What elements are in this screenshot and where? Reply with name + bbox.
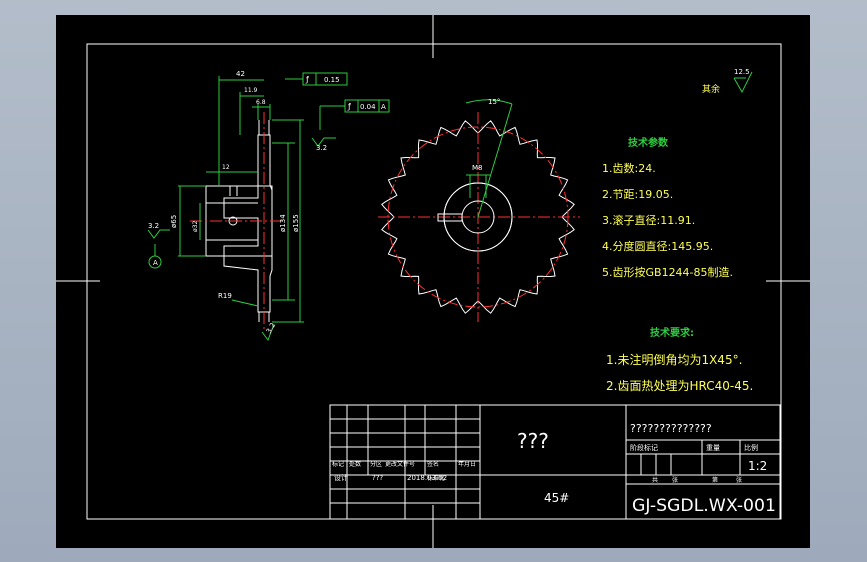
param-3: 3.滚子直径:11.91. [602,213,695,227]
tb-mark-label: 标记 [332,460,344,468]
thread-m8: M8 [472,164,483,172]
dim-11-9: 11.9 [244,87,258,94]
tb-designer: ??? [372,474,383,482]
roughness-value: 12.5 [734,68,750,76]
sheet-background [56,15,810,548]
dim-42: 42 [236,70,245,78]
datum-a: A [153,259,158,267]
sheet-no-unit: 张 [736,476,742,484]
tb-zone-label: 分区 [370,460,382,468]
sheet-total-label: 共 [652,476,658,484]
tb-designer-label: 设计 [334,473,348,482]
dim-d32: ø32 [192,221,199,232]
tol-0-04: 0.04 [360,103,376,111]
tech-req-title: 技术要求: [650,326,694,339]
dim-6-8: 6.8 [256,99,266,106]
param-5: 5.齿形按GB1244-85制造. [602,265,733,279]
tol-datum: A [381,103,386,111]
weight-label: 重量 [706,444,720,452]
dim-d134: ø134 [279,214,287,232]
req-1: 1.未注明倒角均为1X45°. [606,352,742,367]
drawing-number: GJ-SGDL.WX-001 [632,496,776,516]
sheet-no-label: 第 [712,476,718,484]
tb-file-label: 更改文件号 [385,460,415,468]
tol-0-15: 0.15 [324,76,340,84]
stage-label: 阶段标记 [630,443,658,452]
dim-12: 12 [222,164,230,171]
angle-15: 15° [488,98,500,106]
material: 45# [544,491,569,505]
cad-viewport[interactable]: 42 11.9 6.8 12 ø65 ø32 ø134 ø155 R19 0.1… [0,0,867,562]
req-2: 2.齿面热处理为HRC40-45. [606,379,753,393]
roughness-label: 其余 [702,83,720,95]
tb-sign-label: 签名 [427,460,439,468]
dim-d65: ø65 [170,215,178,228]
tol-symbol-1: ƒ [305,75,309,84]
param-2: 2.节距:19.05. [602,188,673,201]
dim-r19: R19 [218,292,232,300]
part-name: ??? [517,429,549,453]
roughness-3-2-a: 3.2 [316,144,327,152]
tol-symbol-2: ƒ [347,102,351,111]
drawing-canvas: 42 11.9 6.8 12 ø65 ø32 ø134 ø155 R19 0.1… [56,15,810,548]
sheet-total-unit: 张 [672,476,678,484]
scale: 1:2 [748,459,767,473]
tb-date-label: 年月日 [458,460,476,468]
scale-label: 比例 [744,443,758,452]
tb-std-label: 标准化 [427,474,445,482]
tb-count-label: 处数 [349,460,361,468]
param-1: 1.齿数:24. [602,162,656,175]
tech-params-title: 技术参数 [628,136,669,149]
param-4: 4.分度圆直径:145.95. [602,239,713,253]
roughness-3-2-b: 3.2 [148,222,159,230]
company: ?????????????? [630,422,712,435]
dim-d155: ø155 [292,214,300,232]
